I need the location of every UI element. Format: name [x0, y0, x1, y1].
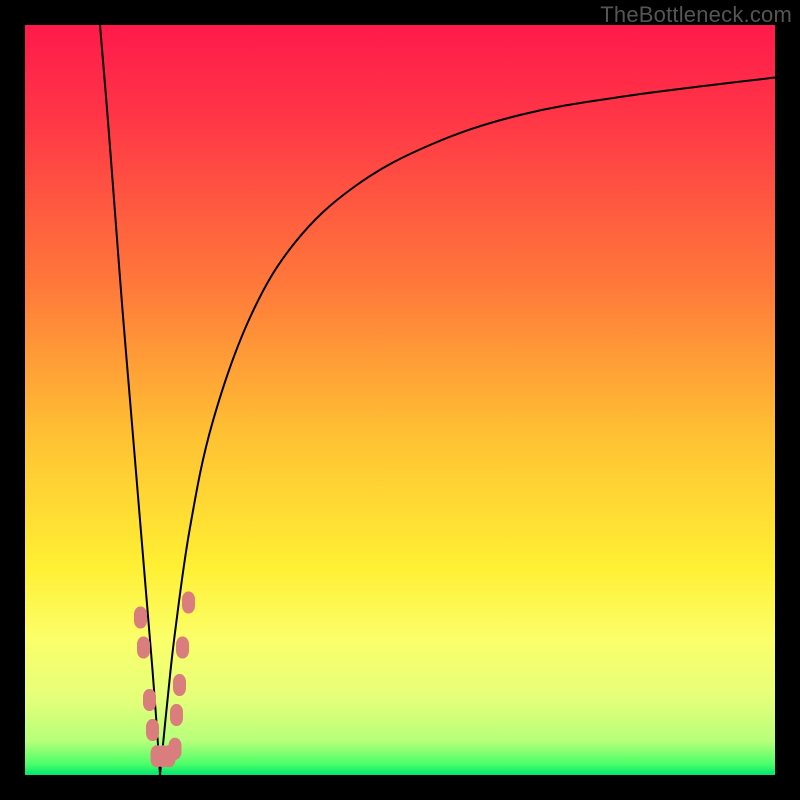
- marker-dot: [176, 637, 189, 659]
- marker-dot: [173, 674, 186, 696]
- marker-dot: [137, 637, 150, 659]
- marker-dot: [170, 704, 183, 726]
- gradient-background: [25, 25, 775, 775]
- chart-frame: TheBottleneck.com: [0, 0, 800, 800]
- marker-dot: [182, 592, 195, 614]
- marker-dot: [143, 689, 156, 711]
- marker-dot: [146, 719, 159, 741]
- marker-dot: [134, 607, 147, 629]
- watermark-text: TheBottleneck.com: [600, 2, 792, 28]
- bottleneck-chart: [25, 25, 775, 775]
- marker-dot: [169, 738, 182, 760]
